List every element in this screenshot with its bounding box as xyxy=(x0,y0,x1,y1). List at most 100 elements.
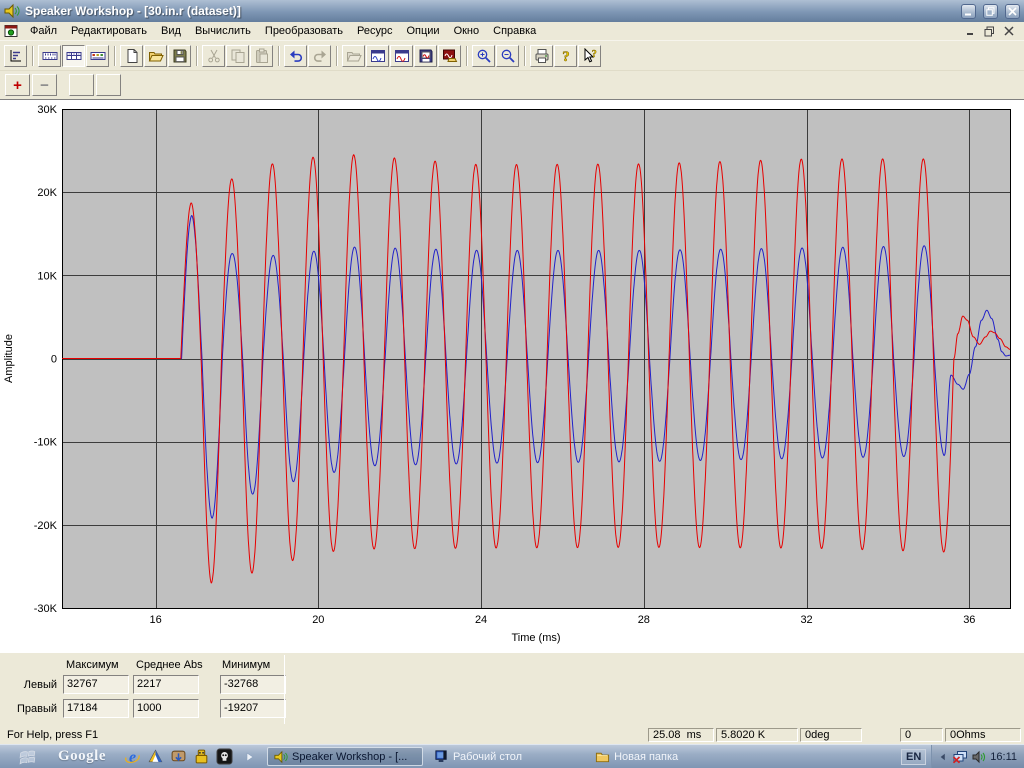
svg-text:20K: 20K xyxy=(37,187,57,199)
blank-button-2[interactable] xyxy=(96,74,121,96)
stats-header-minimum: Минимум xyxy=(222,659,270,671)
stat-left-maximum: 32767 xyxy=(63,675,129,694)
stat-right-maximum: 17184 xyxy=(63,699,129,718)
blank-button-1[interactable] xyxy=(69,74,94,96)
stats-panel: Максимум Среднее Abs Минимум Левый 32767… xyxy=(0,652,1024,726)
dataset-stats-button[interactable] xyxy=(4,45,27,67)
svg-text:30K: 30K xyxy=(37,104,57,116)
stats-row-label-left: Левый xyxy=(0,679,57,691)
triangle-logo-icon[interactable] xyxy=(146,748,164,766)
menu-item-resource[interactable]: Ресурс xyxy=(350,23,399,39)
chart-window-red-icon xyxy=(394,48,410,64)
statusbar: For Help, press F1 25.08 ms 5.8020 K 0de… xyxy=(0,726,1024,744)
toolbar-separator xyxy=(278,46,280,66)
dataset-view-1-button[interactable] xyxy=(38,45,61,67)
svg-text:?: ? xyxy=(591,49,596,60)
menu-item-edit[interactable]: Редактировать xyxy=(64,23,154,39)
export-chart-button[interactable] xyxy=(438,45,461,67)
task-label: Speaker Workshop - [... xyxy=(292,751,407,763)
svg-text:-20K: -20K xyxy=(34,520,58,532)
help-button[interactable]: ? xyxy=(554,45,577,67)
copy-icon xyxy=(230,48,246,64)
context-help-button[interactable]: ? xyxy=(578,45,601,67)
undo-icon xyxy=(288,48,304,64)
menu-item-window[interactable]: Окно xyxy=(447,23,487,39)
paste-button xyxy=(250,45,273,67)
close-button[interactable] xyxy=(1005,4,1020,19)
toolbar-separator xyxy=(196,46,198,66)
menu-item-file[interactable]: Файл xyxy=(23,23,64,39)
svg-text:16: 16 xyxy=(149,614,161,626)
svg-text:10K: 10K xyxy=(37,270,57,282)
network-status-icon[interactable] xyxy=(951,749,968,765)
windows-flag-icon[interactable] xyxy=(17,748,39,766)
speaker-app-icon xyxy=(4,3,20,19)
new-document-icon xyxy=(124,48,140,64)
redo-button xyxy=(308,45,331,67)
clock[interactable]: 16:11 xyxy=(990,751,1017,763)
taskbar-button-new-folder[interactable]: Новая папка xyxy=(589,747,684,766)
remove-zoom-button[interactable]: − xyxy=(32,74,57,96)
mdi-restore-button[interactable] xyxy=(982,25,997,38)
save-button[interactable] xyxy=(168,45,191,67)
internet-explorer-icon[interactable]: e xyxy=(123,748,141,766)
dataset-grid-icon xyxy=(66,48,82,64)
import-folder-icon xyxy=(346,48,362,64)
stats-header-maximum: Максимум xyxy=(66,659,119,671)
chart-window-red-button[interactable] xyxy=(390,45,413,67)
context-help-icon: ? xyxy=(582,48,598,64)
save-chart-button[interactable] xyxy=(414,45,437,67)
taskbar-button-speaker-workshop[interactable]: Speaker Workshop - [... xyxy=(267,747,423,766)
save-chart-icon xyxy=(418,48,434,64)
menu-item-view[interactable]: Вид xyxy=(154,23,188,39)
menu-item-transform[interactable]: Преобразовать xyxy=(258,23,350,39)
panel-divider xyxy=(284,655,285,724)
google-toolbar-label[interactable]: Google xyxy=(58,748,106,765)
new-button[interactable] xyxy=(120,45,143,67)
mdi-close-button[interactable] xyxy=(1001,25,1016,38)
stats-row-label-right: Правый xyxy=(0,703,57,715)
copy-button xyxy=(226,45,249,67)
svg-text:?: ? xyxy=(562,49,570,64)
print-button[interactable] xyxy=(530,45,553,67)
waveform-chart[interactable]: 30K20K10K0-10K-20K-30K162024283236Time (… xyxy=(0,101,1024,653)
status-cursor-time: 25.08 ms xyxy=(648,728,714,742)
undo-button[interactable] xyxy=(284,45,307,67)
svg-text:Time (ms): Time (ms) xyxy=(511,632,560,644)
zoom-in-icon xyxy=(476,48,492,64)
zoom-in-button[interactable] xyxy=(472,45,495,67)
svg-text:-30K: -30K xyxy=(34,603,58,615)
menu-item-calculate[interactable]: Вычислить xyxy=(188,23,258,39)
paste-icon xyxy=(254,48,270,64)
hand-app-icon[interactable] xyxy=(169,748,187,766)
yellow-robot-icon[interactable] xyxy=(192,748,210,766)
minimize-button[interactable] xyxy=(961,4,976,19)
open-button[interactable] xyxy=(144,45,167,67)
status-impedance: 0Ohms xyxy=(945,728,1021,742)
save-floppy-icon xyxy=(172,48,188,64)
zoom-toolbar: + − xyxy=(0,71,1024,99)
add-zoom-button[interactable]: + xyxy=(5,74,30,96)
zoom-out-button[interactable] xyxy=(496,45,519,67)
language-indicator[interactable]: EN xyxy=(901,749,926,765)
dataset-view-icon xyxy=(42,48,58,64)
desktop-icon xyxy=(434,749,449,764)
menu-item-options[interactable]: Опции xyxy=(399,23,446,39)
dataset-view-3-button[interactable] xyxy=(86,45,109,67)
stats-header-average-abs: Среднее Abs xyxy=(136,659,203,671)
chart-window-icon xyxy=(370,48,386,64)
taskbar-button-desktop[interactable]: Рабочий стол xyxy=(428,747,528,766)
mdi-minimize-button[interactable] xyxy=(963,25,978,38)
chart-window-button[interactable] xyxy=(366,45,389,67)
menu-item-help[interactable]: Справка xyxy=(486,23,543,39)
tray-chevron-icon[interactable] xyxy=(937,750,948,764)
volume-icon[interactable] xyxy=(971,749,987,765)
restore-icon xyxy=(986,7,995,16)
skull-app-icon[interactable] xyxy=(215,748,233,766)
dataset-view-2-button[interactable] xyxy=(62,45,85,67)
system-tray: 16:11 xyxy=(931,745,1024,768)
quicklaunch-chevron-icon[interactable] xyxy=(244,750,256,764)
restore-button[interactable] xyxy=(983,4,998,19)
toolbar-separator xyxy=(466,46,468,66)
svg-text:28: 28 xyxy=(638,614,650,626)
